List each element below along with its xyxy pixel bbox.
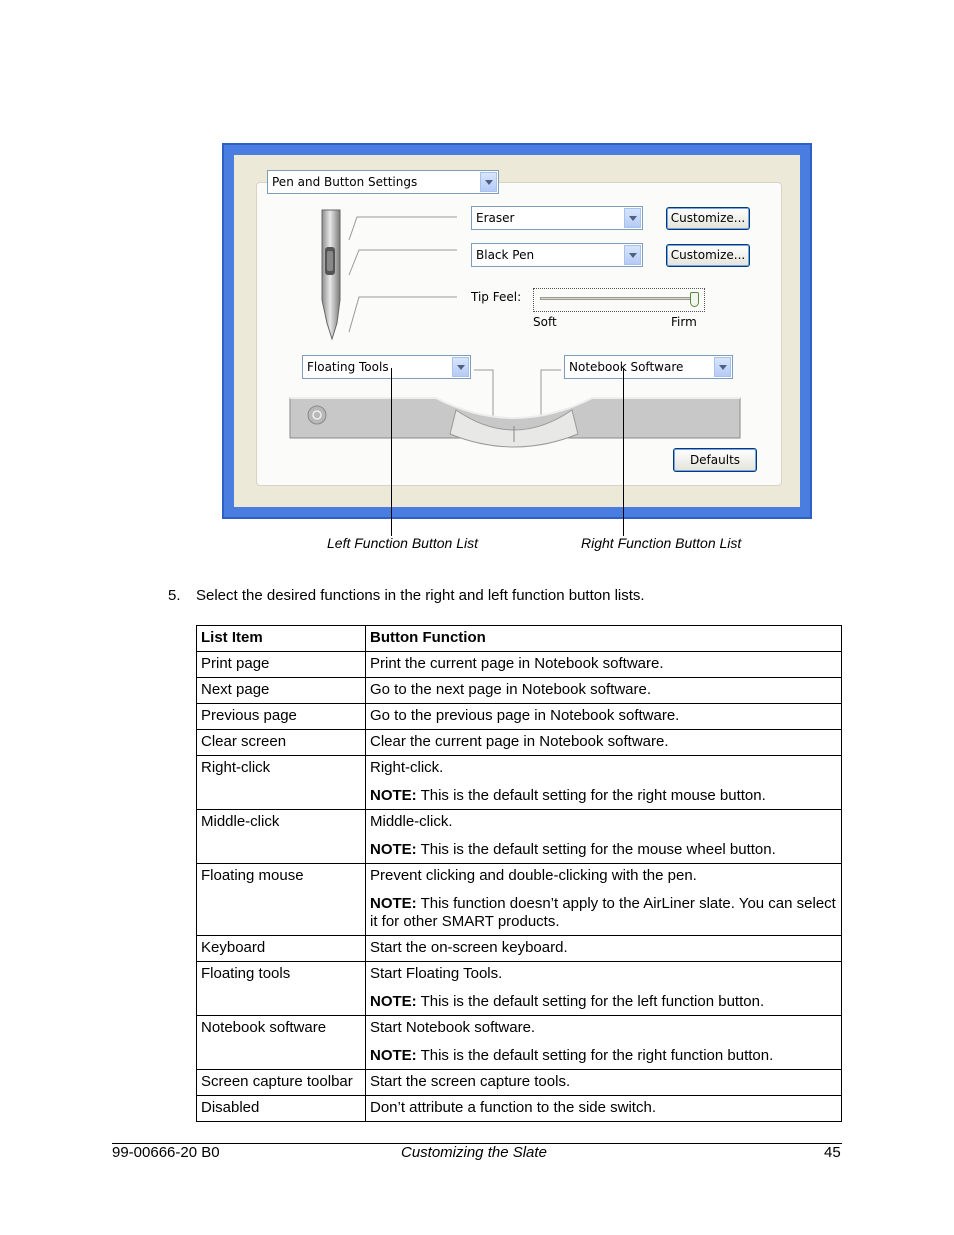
button-function-cell: Print the current page in Notebook softw… xyxy=(365,651,842,678)
note-text: NOTE: This is the default setting for th… xyxy=(370,993,837,1011)
list-item-cell: Notebook software xyxy=(196,1015,366,1070)
table-row: Right-click Right-click. NOTE: This is the… xyxy=(196,755,842,810)
list-item-cell: Floating tools xyxy=(196,961,366,1016)
list-item-cell: Middle-click xyxy=(196,809,366,864)
list-item-cell: Previous page xyxy=(196,703,366,730)
list-item-cell: Next page xyxy=(196,677,366,704)
section-title: Customizing the Slate xyxy=(401,1144,547,1161)
button-function-cell: Go to the previous page in Notebook soft… xyxy=(365,703,842,730)
settings-dropdown[interactable]: Pen and Button Settings xyxy=(267,170,499,194)
button-function-cell: Go to the next page in Notebook software… xyxy=(365,677,842,704)
page-number: 45 xyxy=(824,1144,841,1161)
note-body: This is the default setting for the mous… xyxy=(420,841,776,858)
table-row: Floating tools Start Floating Tools. NOTE:… xyxy=(196,961,842,1016)
button-function-cell: Start Notebook software. NOTE: This is th… xyxy=(365,1015,842,1070)
eraser-dropdown-value: Eraser xyxy=(476,211,515,225)
slider-thumb[interactable] xyxy=(690,292,700,307)
pen-dropdown[interactable]: Black Pen xyxy=(471,243,643,267)
note-label: NOTE: xyxy=(370,787,417,804)
step-text: Select the desired functions in the righ… xyxy=(196,587,645,604)
table-row: Clear screen Clear the current page in No… xyxy=(196,729,842,756)
table-row: Screen capture toolbar Start the screen c… xyxy=(196,1069,842,1096)
button-function-cell: Middle-click. NOTE: This is the default s… xyxy=(365,809,842,864)
doc-number: 99-00666-20 B0 xyxy=(112,1144,220,1161)
note-body: This function doesn’t apply to the AirLi… xyxy=(370,895,836,930)
column-header: Button Function xyxy=(365,625,842,652)
step-number: 5. xyxy=(168,587,181,604)
function-text: Start Notebook software. xyxy=(370,1019,536,1036)
note-label: NOTE: xyxy=(370,993,417,1010)
table-row: Print page Print the current page in Note… xyxy=(196,651,842,678)
note-body: This is the default setting for the left… xyxy=(420,993,765,1010)
function-text: Clear the current page in Notebook softw… xyxy=(370,733,669,750)
function-text: Start the screen capture tools. xyxy=(370,1073,571,1090)
note-label: NOTE: xyxy=(370,1047,417,1064)
left-callout-line xyxy=(391,368,392,536)
right-callout-line xyxy=(623,368,624,536)
note-label: NOTE: xyxy=(370,895,417,912)
eraser-customize-button[interactable]: Customize... xyxy=(666,207,750,230)
list-item-cell: Keyboard xyxy=(196,935,366,962)
list-item-cell: Print page xyxy=(196,651,366,678)
defaults-button[interactable]: Defaults xyxy=(673,448,757,472)
table-row: Middle-click Middle-click. NOTE: This is t… xyxy=(196,809,842,864)
slate-illustration xyxy=(289,369,741,448)
chevron-down-icon[interactable] xyxy=(624,245,641,265)
list-item-cell: Floating mouse xyxy=(196,863,366,936)
note-text: NOTE: This is the default setting for th… xyxy=(370,1047,837,1065)
pen-customize-button[interactable]: Customize... xyxy=(666,244,750,267)
table-row: Next page Go to the next page in Notebook… xyxy=(196,677,842,704)
table-row: Floating mouse Prevent clicking and doubl… xyxy=(196,863,842,936)
table-row: Previous page Go to the previous page in … xyxy=(196,703,842,730)
button-function-cell: Start the screen capture tools. xyxy=(365,1069,842,1096)
tip-feel-slider[interactable] xyxy=(533,288,705,312)
note-label: NOTE: xyxy=(370,841,417,858)
function-text: Start the on-screen keyboard. xyxy=(370,939,568,956)
slider-track xyxy=(540,297,698,300)
button-function-cell: Start the on-screen keyboard. xyxy=(365,935,842,962)
right-caption: Right Function Button List xyxy=(581,535,742,551)
chevron-down-icon[interactable] xyxy=(480,172,497,192)
button-function-cell: Start Floating Tools. NOTE: This is the d… xyxy=(365,961,842,1016)
table-header-row: List Item Button Function xyxy=(196,625,842,652)
eraser-dropdown[interactable]: Eraser xyxy=(471,206,643,230)
chevron-down-icon[interactable] xyxy=(624,208,641,228)
pen-leader-lines xyxy=(348,216,457,333)
function-text: Right-click. xyxy=(370,759,444,776)
button-function-cell: Prevent clicking and double-clicking wit… xyxy=(365,863,842,936)
pen-dropdown-value: Black Pen xyxy=(476,248,535,262)
column-header: List Item xyxy=(196,625,366,652)
button-function-cell: Don’t attribute a function to the side s… xyxy=(365,1095,842,1122)
list-item-cell: Disabled xyxy=(196,1095,366,1122)
button-function-cell: Right-click. NOTE: This is the default se… xyxy=(365,755,842,810)
note-text: NOTE: This function doesn’t apply to the… xyxy=(370,895,837,931)
table-row: Keyboard Start the on-screen keyboard. xyxy=(196,935,842,962)
table-row: Disabled Don’t attribute a function to th… xyxy=(196,1095,842,1122)
function-text: Go to the next page in Notebook software… xyxy=(370,681,652,698)
settings-dropdown-value: Pen and Button Settings xyxy=(272,175,418,189)
function-text: Prevent clicking and double-clicking wit… xyxy=(370,867,697,884)
note-body: This is the default setting for the righ… xyxy=(420,787,766,804)
note-text: NOTE: This is the default setting for th… xyxy=(370,787,837,805)
function-text: Middle-click. xyxy=(370,813,453,830)
left-caption: Left Function Button List xyxy=(327,535,478,551)
function-text: Don’t attribute a function to the side s… xyxy=(370,1099,656,1116)
list-item-cell: Right-click xyxy=(196,755,366,810)
tip-feel-label: Tip Feel: xyxy=(471,290,522,304)
function-table: List Item Button Function Print page Prin… xyxy=(196,625,842,1122)
button-function-cell: Clear the current page in Notebook softw… xyxy=(365,729,842,756)
soft-label: Soft xyxy=(533,315,557,329)
note-text: NOTE: This is the default setting for th… xyxy=(370,841,837,859)
note-body: This is the default setting for the righ… xyxy=(420,1047,774,1064)
list-item-cell: Screen capture toolbar xyxy=(196,1069,366,1096)
list-item-cell: Clear screen xyxy=(196,729,366,756)
firm-label: Firm xyxy=(671,315,697,329)
function-text: Start Floating Tools. xyxy=(370,965,503,982)
function-text: Print the current page in Notebook softw… xyxy=(370,655,664,672)
function-text: Go to the previous page in Notebook soft… xyxy=(370,707,680,724)
table-row: Notebook software Start Notebook software… xyxy=(196,1015,842,1070)
